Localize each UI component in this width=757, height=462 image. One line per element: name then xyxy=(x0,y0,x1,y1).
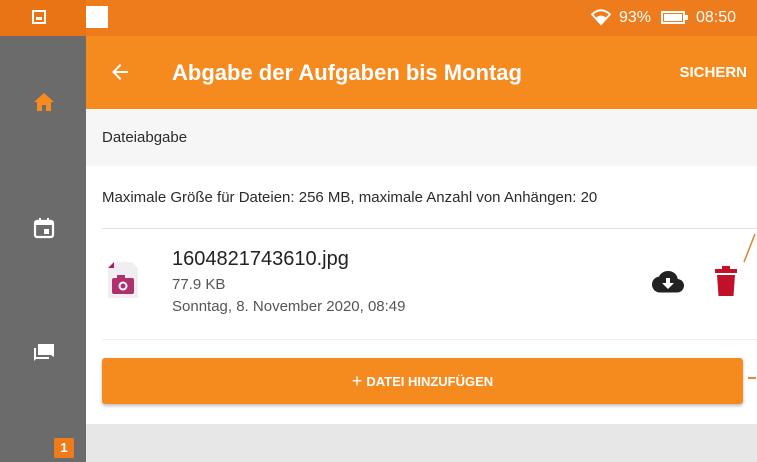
app-bar: Abgabe der Aufgaben bis Montag SICHERN xyxy=(86,36,757,109)
trash-icon[interactable] xyxy=(714,266,738,296)
file-submission-panel: Maximale Größe für Dateien: 256 MB, maxi… xyxy=(86,166,757,424)
home-icon[interactable] xyxy=(32,90,56,114)
section-header: Dateiabgabe xyxy=(86,109,757,166)
file-date: Sonntag, 8. November 2020, 08:49 xyxy=(172,298,406,315)
upload-limits-info: Maximale Größe für Dateien: 256 MB, maxi… xyxy=(102,189,598,206)
notification-square-icon xyxy=(86,6,108,28)
plus-icon: + xyxy=(351,371,363,391)
notification-badge[interactable]: 1 xyxy=(54,438,74,458)
edge-line xyxy=(743,233,756,263)
calendar-icon[interactable] xyxy=(32,216,56,240)
cloud-download-icon[interactable] xyxy=(652,268,684,296)
screenshot-notification-icon xyxy=(32,10,46,24)
messages-icon[interactable] xyxy=(32,340,56,364)
battery-icon xyxy=(661,11,688,24)
file-size: 77.9 KB xyxy=(172,276,226,293)
divider xyxy=(102,339,757,340)
divider xyxy=(102,228,757,229)
add-file-label: DATEI HINZUFÜGEN xyxy=(366,374,494,389)
add-file-button[interactable]: + DATEI HINZUFÜGEN xyxy=(102,358,743,404)
edge-mark xyxy=(748,377,756,379)
file-list-item[interactable]: 1604821743610.jpg 77.9 KB Sonntag, 8. No… xyxy=(102,238,757,338)
status-bar: 93% 08:50 xyxy=(0,0,757,36)
file-name[interactable]: 1604821743610.jpg xyxy=(172,248,349,271)
sidebar xyxy=(0,36,86,462)
status-time: 08:50 xyxy=(696,9,737,26)
back-arrow-icon[interactable] xyxy=(108,60,132,84)
battery-percent: 93% xyxy=(619,9,652,26)
page-title: Abgabe der Aufgaben bis Montag xyxy=(172,60,522,85)
section-title: Dateiabgabe xyxy=(102,129,188,146)
image-file-icon xyxy=(108,262,138,298)
footer-area xyxy=(86,424,757,462)
wifi-icon xyxy=(590,9,612,26)
save-button[interactable]: SICHERN xyxy=(679,64,747,81)
status-bar-left xyxy=(0,0,86,36)
